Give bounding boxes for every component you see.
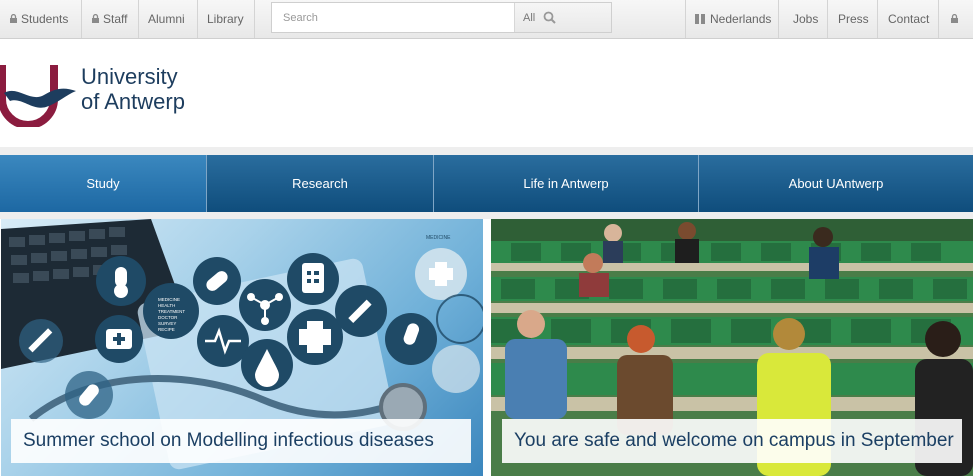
tile-caption-text: You are safe and welcome on campus in Se… bbox=[514, 430, 954, 451]
search-icon[interactable] bbox=[543, 11, 556, 24]
nav-about-label: About UAntwerp bbox=[788, 176, 884, 191]
nav-research-label: Research bbox=[292, 176, 348, 191]
campus-welcome-feature-tile[interactable]: You are safe and welcome on campus in Se… bbox=[491, 219, 973, 476]
nav-research[interactable]: Research bbox=[207, 155, 434, 212]
icon-label-health: HEALTH bbox=[158, 303, 175, 308]
watermark-label-medicine: MEDICINE bbox=[426, 235, 451, 241]
nav-study[interactable]: Study bbox=[0, 155, 207, 212]
university-name: University of Antwerp bbox=[81, 64, 185, 114]
search-input[interactable] bbox=[272, 3, 514, 32]
search-box: All bbox=[271, 2, 612, 33]
summer-school-feature-tile[interactable]: MEDICINE HEALTH TREATMENT DOCTOR SURVEY … bbox=[1, 219, 483, 476]
alumni-label: Alumni bbox=[148, 12, 185, 26]
lock-icon bbox=[951, 13, 958, 23]
language-switch-link[interactable]: Nederlands bbox=[685, 0, 778, 38]
alumni-link[interactable]: Alumni bbox=[139, 0, 198, 38]
nav-study-label: Study bbox=[86, 176, 120, 191]
press-link[interactable]: Press bbox=[827, 0, 877, 38]
staff-link[interactable]: Staff bbox=[82, 0, 139, 38]
icon-label-doctor: DOCTOR bbox=[158, 315, 178, 320]
contact-link[interactable]: Contact bbox=[877, 0, 938, 38]
library-link[interactable]: Library bbox=[198, 0, 255, 38]
nav-divider bbox=[0, 212, 973, 219]
lock-icon bbox=[92, 13, 99, 23]
university-logo-mark bbox=[0, 65, 76, 127]
contact-label: Contact bbox=[888, 12, 930, 26]
nav-about[interactable]: About UAntwerp bbox=[699, 155, 973, 212]
press-label: Press bbox=[838, 12, 869, 26]
language-label: Nederlands bbox=[710, 12, 772, 26]
staff-label: Staff bbox=[103, 12, 128, 26]
tile-caption-text: Summer school on Modelling infectious di… bbox=[23, 430, 434, 451]
icon-label-treatment: TREATMENT bbox=[158, 309, 185, 314]
icon-label-medicine: MEDICINE bbox=[158, 297, 180, 302]
jobs-link[interactable]: Jobs bbox=[778, 0, 827, 38]
library-label: Library bbox=[207, 12, 244, 26]
nav-life-label: Life in Antwerp bbox=[523, 176, 609, 191]
flag-icon bbox=[695, 14, 705, 24]
students-label: Students bbox=[21, 12, 69, 26]
header-divider bbox=[0, 147, 973, 155]
clipboard-icon bbox=[302, 263, 324, 293]
main-navigation: Study Research Life in Antwerp About UAn… bbox=[0, 155, 973, 212]
jobs-label: Jobs bbox=[793, 12, 819, 26]
tile-caption: You are safe and welcome on campus in Se… bbox=[502, 419, 962, 463]
icon-label-recipe: RECIPE bbox=[158, 327, 175, 332]
tile-caption: Summer school on Modelling infectious di… bbox=[11, 419, 471, 463]
icon-label-survey: SURVEY bbox=[158, 321, 176, 326]
search-filter-select[interactable]: All bbox=[514, 3, 611, 32]
login-link[interactable] bbox=[938, 0, 973, 38]
students-link[interactable]: Students bbox=[0, 0, 82, 38]
search-filter-value: All bbox=[523, 11, 536, 24]
logo-line-1: University bbox=[81, 64, 178, 89]
lock-icon bbox=[10, 13, 17, 23]
logo-line-2: of Antwerp bbox=[81, 89, 185, 114]
nav-life-in-antwerp[interactable]: Life in Antwerp bbox=[434, 155, 699, 212]
top-utility-bar: Students Staff Alumni Library All Nederl… bbox=[0, 0, 973, 39]
